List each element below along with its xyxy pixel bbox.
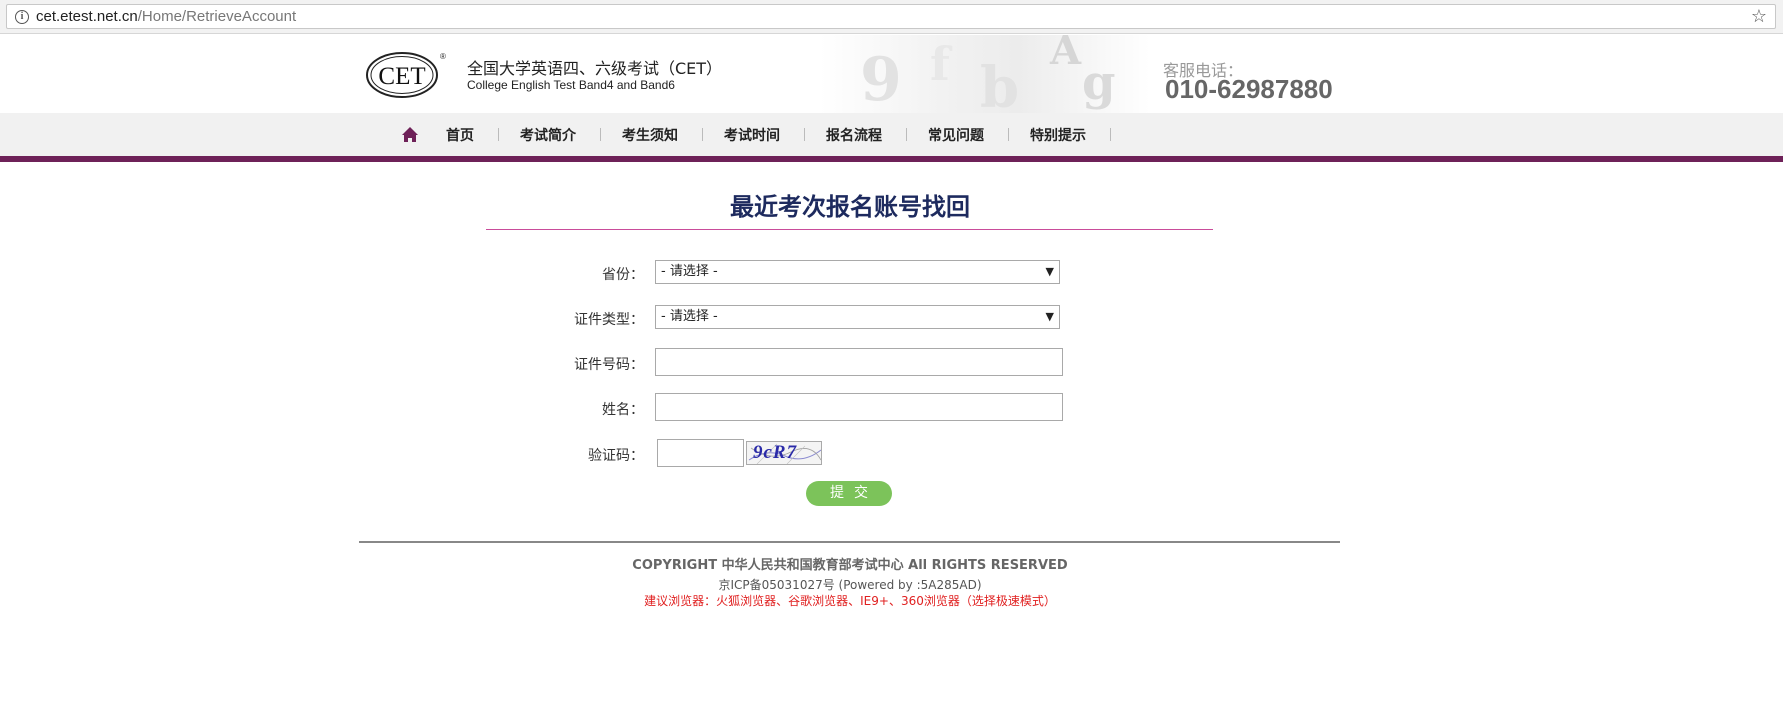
nav-item-label: 报名流程	[826, 127, 882, 144]
browser-toolbar: i cet.etest.net.cn/Home/RetrieveAccount …	[0, 0, 1783, 34]
registered-mark: ®	[440, 52, 446, 61]
logo-text: CET	[378, 63, 425, 90]
nav-item-faq[interactable]: 常见问题	[928, 125, 1030, 145]
title-divider	[486, 229, 1213, 230]
address-bar[interactable]: i cet.etest.net.cn/Home/RetrieveAccount …	[6, 4, 1776, 29]
browser-recommendation: 建议浏览器：火狐浏览器、谷歌浏览器、IE9+、360浏览器（选择极速模式）	[644, 594, 1056, 608]
dropdown-arrow-icon: ▼	[1045, 265, 1054, 278]
info-icon[interactable]: i	[15, 10, 29, 24]
name-label: 姓名：	[602, 402, 644, 418]
nav-item-exam-intro[interactable]: 考试简介	[520, 125, 622, 145]
id-number-input[interactable]	[655, 348, 1063, 376]
captcha-label: 验证码：	[588, 448, 644, 464]
province-select[interactable]: - 请选择 - ▼	[655, 260, 1060, 284]
nav-item-registration-process[interactable]: 报名流程	[826, 125, 928, 145]
nav-item-label: 首页	[446, 127, 474, 144]
page-title: 最近考次报名账号找回	[730, 193, 970, 221]
submit-button[interactable]: 提交	[806, 481, 892, 506]
footer-divider	[359, 541, 1340, 543]
id-type-select[interactable]: - 请选择 - ▼	[655, 305, 1060, 329]
nav-item-label: 常见问题	[928, 127, 984, 144]
site-title-en: College English Test Band4 and Band6	[467, 78, 675, 92]
url-text[interactable]: cet.etest.net.cn/Home/RetrieveAccount	[36, 8, 296, 25]
name-input[interactable]	[655, 393, 1063, 421]
site-title-cn: 全国大学英语四、六级考试（CET）	[467, 59, 723, 78]
home-icon[interactable]	[400, 113, 424, 156]
star-icon[interactable]: ☆	[1751, 6, 1767, 27]
nav-item-special-notice[interactable]: 特别提示	[1030, 125, 1132, 145]
url-host: cet.etest.net.cn	[36, 8, 138, 25]
main-nav: 首页 考试简介 考生须知 考试时间 报名流程 常见问题 特别提示	[0, 113, 1783, 156]
hotline-number: 010-62987880	[1165, 74, 1333, 104]
url-path: /Home/RetrieveAccount	[137, 8, 297, 25]
header-decoration: 9 f b A g	[820, 35, 1150, 113]
captcha-text: 9cR7	[753, 442, 798, 463]
nav-item-exam-time[interactable]: 考试时间	[724, 125, 826, 145]
captcha-image[interactable]: 9cR7	[746, 441, 822, 465]
id-number-label: 证件号码：	[574, 357, 644, 373]
icp-text[interactable]: 京ICP备05031027号 (Powered by :5A285AD)	[0, 576, 1700, 593]
copyright-text: COPYRIGHT 中华人民共和国教育部考试中心 All RIGHTS RESE…	[632, 558, 1068, 573]
nav-accent-bar	[0, 156, 1783, 162]
province-select-value: - 请选择 -	[661, 264, 718, 279]
dropdown-arrow-icon: ▼	[1045, 310, 1054, 323]
cet-logo[interactable]: CET ®	[365, 48, 449, 100]
province-label: 省份：	[602, 267, 644, 283]
nav-item-label: 考生须知	[622, 127, 678, 144]
nav-item-label: 特别提示	[1030, 127, 1086, 144]
id-type-label: 证件类型：	[574, 312, 644, 328]
nav-item-label: 考试简介	[520, 127, 576, 144]
nav-item-home[interactable]: 首页	[446, 125, 520, 145]
id-type-select-value: - 请选择 -	[661, 309, 718, 324]
site-header: CET ® 全国大学英语四、六级考试（CET） College English …	[0, 35, 1783, 113]
captcha-input[interactable]	[657, 439, 744, 467]
nav-item-label: 考试时间	[724, 127, 780, 144]
nav-item-candidate-notice[interactable]: 考生须知	[622, 125, 724, 145]
